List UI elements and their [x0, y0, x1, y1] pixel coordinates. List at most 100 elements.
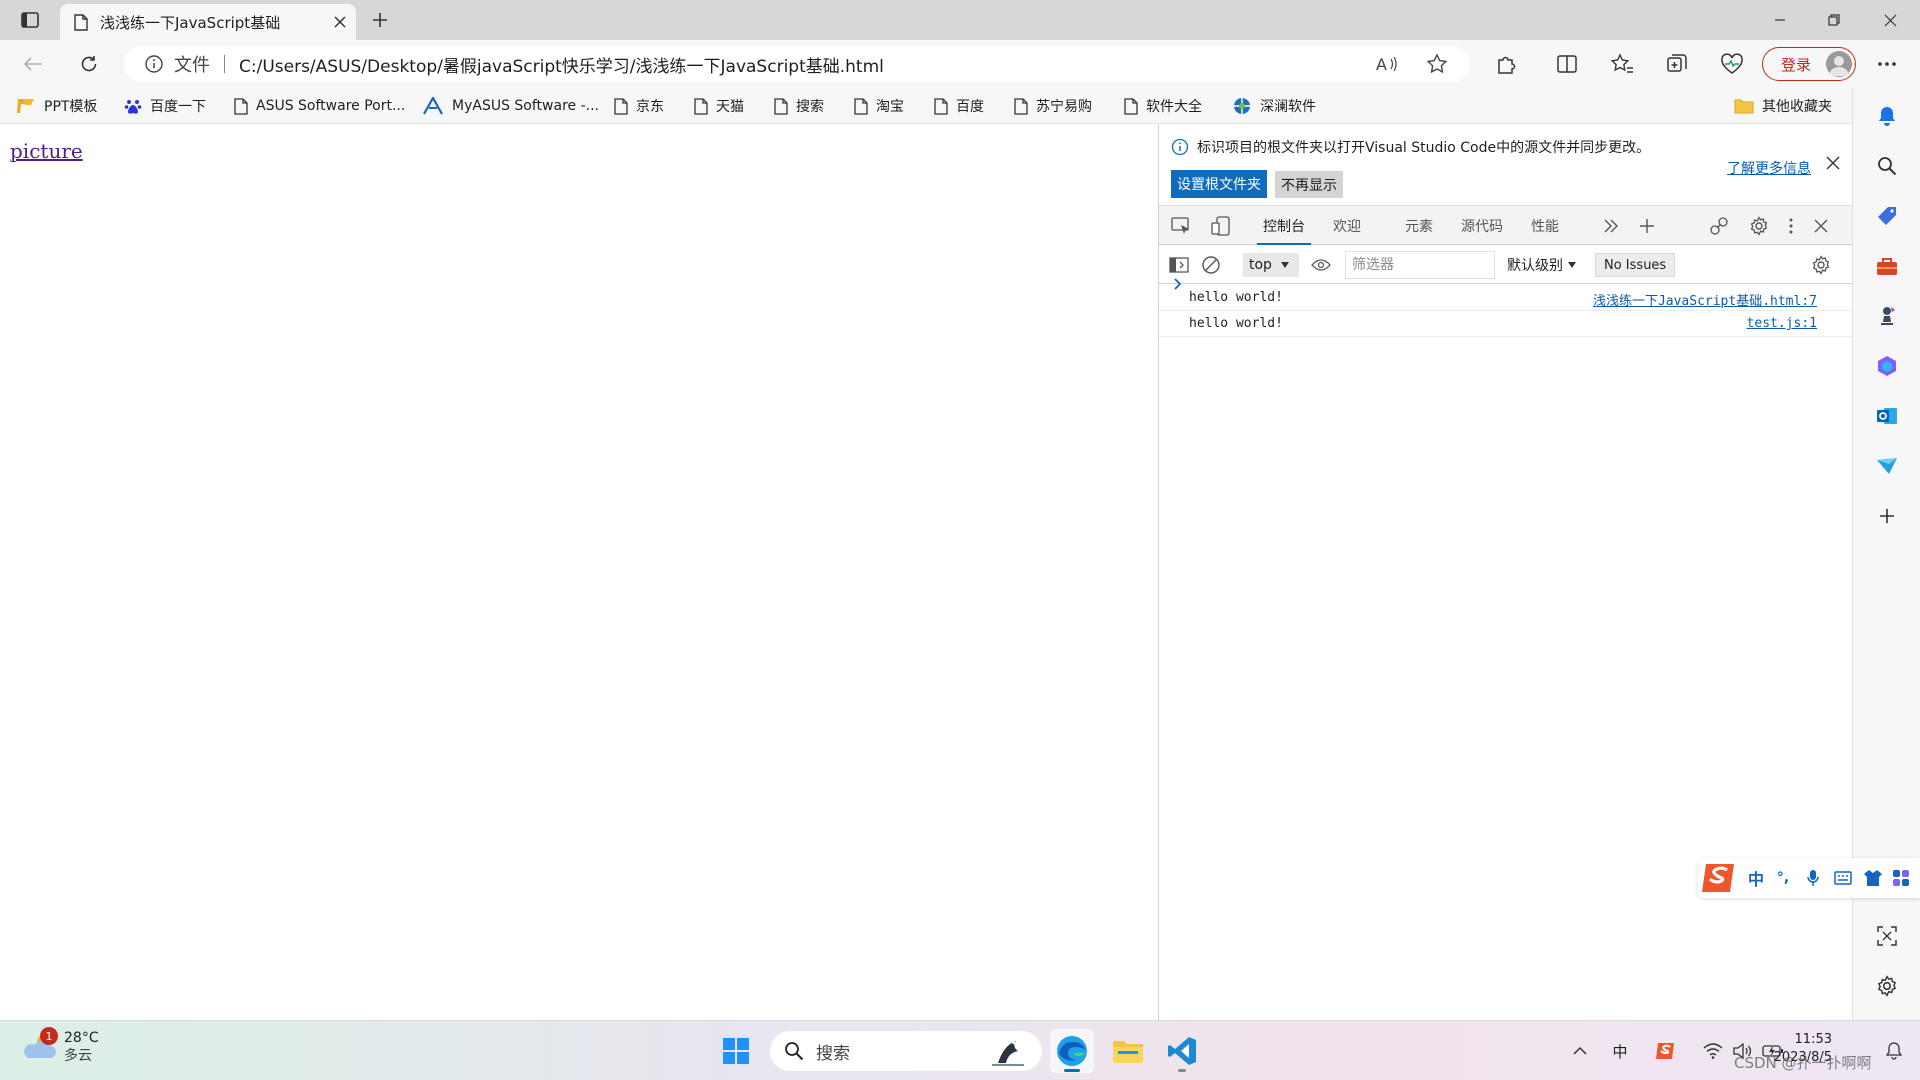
taskbar-app-vscode[interactable]: [1160, 1029, 1204, 1073]
tray-input-indicator[interactable]: 中: [1606, 1037, 1634, 1065]
notification-center-button[interactable]: [1882, 1037, 1906, 1065]
page-viewport: picture: [0, 125, 1158, 1020]
taskbar-app-file-explorer[interactable]: [1106, 1029, 1150, 1073]
tray-sogou[interactable]: [1652, 1037, 1680, 1065]
favorite-item-srun[interactable]: 深澜软件: [1232, 94, 1316, 118]
favorite-item-taobao[interactable]: 淘宝: [854, 94, 904, 118]
devtools-menu-button[interactable]: [1783, 214, 1799, 238]
tab-performance[interactable]: 性能: [1531, 206, 1559, 245]
sidebar-item-outlook[interactable]: [1853, 398, 1920, 434]
log-source-link[interactable]: test.js:1: [1747, 316, 1817, 331]
close-icon[interactable]: [1825, 155, 1841, 171]
tab-actions-button[interactable]: [14, 6, 46, 34]
taskbar-app-edge[interactable]: [1050, 1029, 1094, 1073]
sidebar-item-search[interactable]: [1853, 148, 1920, 184]
browser-tab-active[interactable]: 浅浅练一下JavaScript基础: [60, 4, 356, 40]
learn-more-link[interactable]: 了解更多信息: [1727, 158, 1811, 178]
context-select[interactable]: top: [1243, 253, 1299, 277]
issues-button[interactable]: No Issues: [1595, 253, 1676, 277]
refresh-button[interactable]: [72, 48, 106, 80]
console-settings-button[interactable]: [1809, 253, 1833, 277]
tab-sources[interactable]: 源代码: [1461, 206, 1503, 245]
devtools-settings-button[interactable]: [1747, 214, 1771, 238]
favorite-item-asus-portal[interactable]: ASUS Software Port...: [234, 94, 405, 118]
set-root-folder-button[interactable]: 设置根文件夹: [1171, 170, 1267, 198]
back-button[interactable]: [16, 48, 50, 80]
tray-overflow-button[interactable]: [1568, 1037, 1592, 1065]
sidebar-item-office[interactable]: [1853, 348, 1920, 384]
minimize-button[interactable]: [1752, 0, 1808, 40]
tab-elements[interactable]: 元素: [1405, 206, 1433, 245]
restore-button[interactable]: [1806, 0, 1862, 40]
live-expression-button[interactable]: [1309, 253, 1333, 277]
favorite-item-suning[interactable]: 苏宁易购: [1014, 94, 1092, 118]
sidebar-item-drop[interactable]: [1853, 448, 1920, 484]
toolbox-icon: [1877, 258, 1897, 275]
url-text[interactable]: C:/Users/ASUS/Desktop/暑假javaScript快乐学习/浅…: [239, 52, 884, 77]
device-icon: [1211, 216, 1230, 236]
favorites-bar: PPT模板 百度一下 ASUS Software Port... MyASUS …: [0, 88, 1920, 124]
log-level-select[interactable]: 默认级别: [1507, 253, 1577, 277]
ime-mode-toggle[interactable]: 中: [1744, 864, 1768, 892]
favorites-button[interactable]: [1605, 48, 1639, 80]
sidebar-screenshot-button[interactable]: [1853, 918, 1920, 954]
favorite-item-baidu-yixia[interactable]: 百度一下: [124, 94, 206, 118]
tab-console[interactable]: 控制台: [1257, 206, 1311, 245]
page-icon: [774, 97, 788, 115]
close-window-button[interactable]: [1862, 0, 1918, 40]
favorite-folder-other[interactable]: 其他收藏夹: [1734, 94, 1832, 118]
read-aloud-icon[interactable]: A: [1376, 54, 1398, 74]
inspect-element-button[interactable]: [1169, 214, 1193, 238]
favorite-label: 百度: [956, 99, 984, 115]
sidebar-item-tools[interactable]: [1853, 248, 1920, 284]
ime-punct-toggle[interactable]: °,: [1772, 864, 1794, 892]
add-tool-button[interactable]: [1635, 214, 1659, 238]
favorite-item-software[interactable]: 软件大全: [1124, 94, 1202, 118]
toggle-sidebar-button[interactable]: [1167, 253, 1191, 277]
dont-show-again-button[interactable]: 不再显示: [1275, 171, 1343, 198]
settings-more-button[interactable]: [1870, 48, 1904, 80]
ime-skin-button[interactable]: [1862, 864, 1884, 892]
favorite-item-ppt[interactable]: PPT模板: [16, 94, 97, 118]
picture-link[interactable]: picture: [10, 139, 83, 163]
console-prompt-chevron-icon[interactable]: [1173, 277, 1183, 291]
sidebar-item-notifications[interactable]: [1853, 98, 1920, 134]
connection-button[interactable]: [1707, 214, 1731, 238]
sidebar-add-button[interactable]: [1853, 498, 1920, 534]
weather-widget[interactable]: 1 28°C 多云: [22, 1027, 99, 1065]
close-devtools-button[interactable]: [1809, 214, 1833, 238]
favorite-item-myasus[interactable]: MyASUS Software -...: [422, 94, 599, 118]
collections-button[interactable]: [1660, 48, 1694, 80]
extensions-button[interactable]: [1489, 48, 1523, 80]
favorite-star-icon[interactable]: [1426, 53, 1448, 75]
page-icon: [854, 97, 868, 115]
start-button[interactable]: [716, 1031, 756, 1071]
favorite-item-jd[interactable]: 京东: [614, 94, 664, 118]
browser-essentials-button[interactable]: [1715, 48, 1749, 80]
ime-toolbox-button[interactable]: [1890, 864, 1912, 892]
sogou-logo[interactable]: [1698, 860, 1742, 896]
close-tab-icon[interactable]: [334, 16, 346, 28]
ime-voice-button[interactable]: [1802, 864, 1824, 892]
tray-wifi[interactable]: [1700, 1037, 1726, 1065]
sidebar-item-games[interactable]: [1853, 298, 1920, 334]
sidebar-item-shopping[interactable]: [1853, 198, 1920, 234]
favorite-item-search[interactable]: 搜索: [774, 94, 824, 118]
ime-keyboard-button[interactable]: [1832, 864, 1854, 892]
more-tabs-button[interactable]: [1599, 214, 1623, 238]
info-icon[interactable]: [144, 54, 164, 74]
sidebar-settings-button[interactable]: [1853, 968, 1920, 1004]
taskbar-search[interactable]: 搜索: [770, 1031, 1042, 1071]
new-tab-button[interactable]: [364, 6, 396, 34]
console-filter-input[interactable]: [1345, 251, 1495, 279]
login-button[interactable]: 登录: [1762, 47, 1856, 81]
favorite-item-tmall[interactable]: 天猫: [694, 94, 744, 118]
device-emulation-button[interactable]: [1209, 214, 1233, 238]
split-screen-button[interactable]: [1550, 48, 1584, 80]
address-bar[interactable]: 文件 C:/Users/ASUS/Desktop/暑假javaScript快乐学…: [124, 46, 1470, 82]
tab-welcome[interactable]: 欢迎: [1333, 206, 1361, 245]
clear-console-button[interactable]: [1199, 253, 1223, 277]
log-source-link[interactable]: 浅浅练一下JavaScript基础.html:7: [1593, 290, 1817, 309]
folder-icon: [1734, 99, 1754, 114]
favorite-item-baidu[interactable]: 百度: [934, 94, 984, 118]
